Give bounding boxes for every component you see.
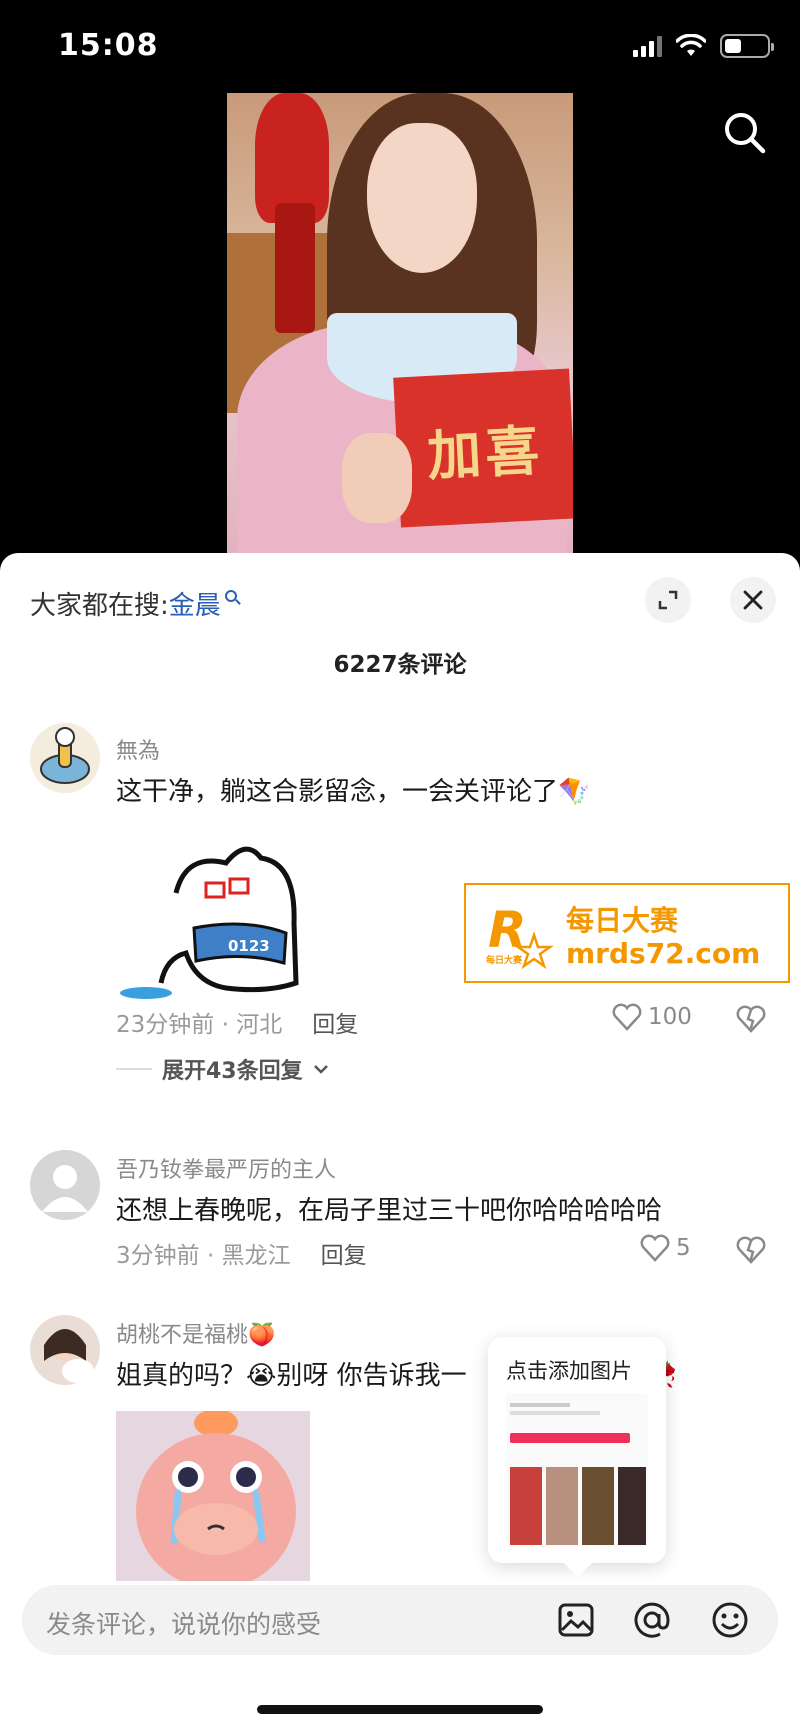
comment-time-location: 3分钟前 · 黑龙江 [116, 1243, 291, 1269]
comment-item: 胡桃不是福桃🍑 姐真的吗？😭别呀 你告诉我一🥀 [0, 1315, 800, 1731]
popup-title: 点击添加图片 [506, 1359, 632, 1383]
close-icon [743, 590, 763, 610]
close-button[interactable] [730, 577, 776, 623]
comment-input[interactable]: 发条评论，说说你的感受 [46, 1605, 321, 1641]
like-button[interactable]: 100 [612, 1003, 692, 1031]
expand-icon [658, 590, 678, 610]
video-player[interactable]: 加喜 [227, 93, 573, 555]
home-indicator[interactable] [257, 1705, 543, 1714]
avatar[interactable] [30, 723, 100, 793]
status-bar: 15:08 [0, 0, 800, 96]
search-small-icon [224, 590, 237, 602]
heart-icon [640, 1234, 670, 1262]
video-envelope-text: 加喜 [425, 417, 545, 488]
signal-icon [633, 35, 662, 57]
ad-logo-icon: R 每日大赛 [486, 901, 554, 969]
comment-username[interactable]: 胡桃不是福桃🍑 [116, 1317, 275, 1349]
like-button[interactable]: 5 [640, 1234, 691, 1262]
wifi-icon [676, 34, 706, 56]
battery-icon [720, 34, 774, 58]
avatar[interactable] [30, 1150, 100, 1220]
comment-input-bar[interactable]: 发条评论，说说你的感受 [22, 1585, 778, 1655]
video-lamp-base [275, 203, 315, 333]
status-time: 15:08 [58, 28, 159, 63]
ad-logo-caption: 每日大赛 [486, 954, 523, 966]
comment-count: 6227条评论 [333, 652, 467, 678]
comment-time-location: 23分钟前 · 河北 [116, 1012, 283, 1038]
ad-url: mrds72.com [566, 937, 761, 970]
sticker-text: 0123 [228, 937, 270, 955]
like-count: 5 [676, 1235, 691, 1261]
image-icon[interactable] [556, 1600, 596, 1640]
video-face [367, 123, 477, 273]
comment-meta: 3分钟前 · 黑龙江 回复 [116, 1236, 367, 1270]
expand-replies-label: 展开43条回复 [162, 1059, 303, 1084]
divider-line [116, 1068, 152, 1070]
ad-banner[interactable]: R 每日大赛 每日大赛 mrds72.com [464, 883, 790, 983]
emoji-icon[interactable] [710, 1600, 750, 1640]
avatar[interactable] [30, 1315, 100, 1385]
expand-replies-button[interactable]: 展开43条回复 [116, 1053, 329, 1085]
search-icon[interactable] [720, 108, 770, 158]
sticker-image[interactable] [116, 1411, 310, 1581]
dislike-icon[interactable] [736, 1005, 766, 1033]
sticker-image[interactable]: 0123 [116, 833, 316, 1013]
default-avatar-icon [42, 1165, 88, 1212]
hot-search-bar[interactable]: 大家都在搜:金晨 [30, 585, 237, 622]
comments-sheet: 大家都在搜:金晨 6227条评论 無為 这干净，躺这合影留念，一会关评论了🪁 0… [0, 553, 800, 1731]
mention-icon[interactable] [632, 1600, 672, 1640]
expand-button[interactable] [645, 577, 691, 623]
comment-item: 吾乃钕拳最严厉的主人 还想上春晚呢，在局子里过三十吧你哈哈哈哈哈 3分钟前 · … [0, 1150, 800, 1270]
comment-username[interactable]: 無為 [116, 733, 160, 765]
reply-button[interactable]: 回复 [312, 1012, 358, 1038]
video-hand [342, 433, 412, 523]
comment-text-main: 姐真的吗？😭别呀 你告诉我一 [116, 1361, 467, 1391]
comment-text: 还想上春晚呢，在局子里过三十吧你哈哈哈哈哈 [116, 1196, 663, 1226]
avatar-photo-icon [44, 1329, 94, 1383]
hot-search-prefix: 大家都在搜: [30, 591, 169, 621]
comment-username[interactable]: 吾乃钕拳最严厉的主人 [116, 1152, 336, 1184]
comment-meta: 23分钟前 · 河北 回复 [116, 1005, 358, 1039]
chevron-down-icon [313, 1065, 328, 1074]
avatar-cartoon-icon [40, 727, 90, 784]
hot-search-keyword[interactable]: 金晨 [169, 591, 221, 621]
popup-screenshot-thumbnail [506, 1393, 648, 1547]
dislike-icon[interactable] [736, 1236, 766, 1264]
ad-title: 每日大赛 [566, 904, 679, 937]
status-icons [633, 34, 774, 58]
comment-text: 这干净，躺这合影留念，一会关评论了🪁 [116, 777, 591, 807]
add-image-popup[interactable]: 点击添加图片 [488, 1337, 666, 1563]
like-count: 100 [648, 1004, 692, 1030]
video-red-envelope: 加喜 [393, 368, 573, 528]
reply-button[interactable]: 回复 [321, 1243, 367, 1269]
heart-icon [612, 1003, 642, 1031]
